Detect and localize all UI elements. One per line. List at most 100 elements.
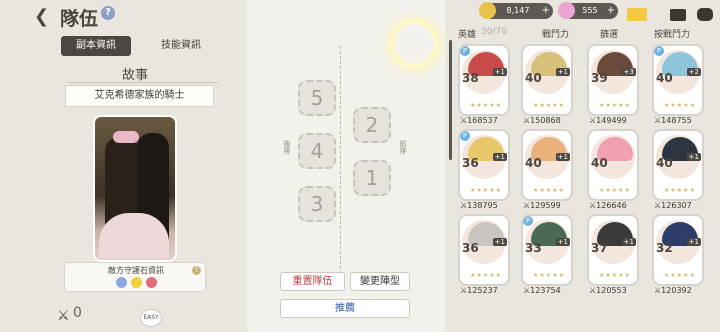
hero-level: 40 [525, 156, 542, 170]
hero-level: 37 [591, 241, 608, 255]
hero-stars: ★★★★★ [599, 272, 631, 279]
hero-level: 36 [462, 156, 479, 170]
hero-power: ⚔120392 [654, 286, 692, 295]
hero-stars: ★★★★★ [599, 187, 631, 194]
formation-slot-4[interactable]: 4 [298, 133, 336, 169]
hero-level: 40 [591, 156, 608, 170]
power-sort[interactable]: 戰鬥力 [542, 27, 569, 40]
divider [68, 82, 218, 83]
back-arrow-icon[interactable]: ❮ [34, 8, 52, 26]
kill-count: 0 [73, 305, 82, 321]
hero-level: 39 [591, 71, 608, 85]
hero-power: ⚔125237 [460, 286, 498, 295]
guardian-stone-info[interactable]: 敵方守護石資訊 ! [64, 262, 206, 292]
add-gold-icon[interactable]: + [542, 3, 550, 19]
hero-count: 30/70 [481, 27, 507, 37]
hero-upgrade-badge: +1 [555, 68, 570, 76]
hero-stars: ★★★★★ [664, 102, 696, 109]
page-title: 隊伍 [60, 8, 99, 30]
hero-power: ⚔138795 [460, 201, 498, 210]
hero-card[interactable]: 40 +2 P ★★★★★ [652, 44, 704, 116]
hero-card[interactable]: 36 +1 ★★★★★ [458, 214, 510, 286]
hero-card[interactable]: 32 +1 ★★★★★ [652, 214, 704, 286]
hero-level: 40 [525, 71, 542, 85]
hero-power: ⚔168537 [460, 116, 498, 125]
hero-card[interactable]: 40 +1 ★★★★★ [521, 129, 573, 201]
reset-team-button[interactable]: 重置隊伍 [280, 272, 345, 291]
difficulty-badge[interactable]: EASY [140, 309, 162, 327]
hero-stars: ★★★★★ [533, 102, 565, 109]
hero-card[interactable]: 40 +1 ★★★★★ [521, 44, 573, 116]
gold-resource: 8,147 + [479, 2, 553, 19]
hero-level: 33 [525, 241, 542, 255]
hero-p-icon: P [460, 46, 470, 56]
hero-upgrade-badge: +1 [492, 153, 507, 161]
formation-slot-2[interactable]: 2 [353, 107, 391, 143]
formation-slot-1[interactable]: 1 [353, 160, 391, 196]
hero-stars: ★★★★★ [470, 102, 502, 109]
hero-upgrade-badge: +1 [492, 238, 507, 246]
formation-slot-3[interactable]: 3 [298, 186, 336, 222]
tab-dungeon-info[interactable]: 副本資訊 [61, 36, 131, 56]
hero-power: ⚔149499 [589, 116, 627, 125]
hero-p-icon: P [654, 46, 664, 56]
hero-card[interactable]: 33 +1 P ★★★★★ [521, 214, 573, 286]
crown-icon[interactable] [627, 8, 647, 21]
hero-stars: ★★★★★ [533, 272, 565, 279]
hero-list-scrollbar[interactable] [449, 40, 452, 160]
hero-power: ⚔129599 [523, 201, 561, 210]
hero-power: ⚔120553 [589, 286, 627, 295]
hero-level: 40 [656, 156, 673, 170]
hero-stars: ★★★★★ [664, 187, 696, 194]
hero-level: 40 [656, 71, 673, 85]
hero-stars: ★★★★★ [664, 272, 696, 279]
hero-upgrade-badge: +1 [621, 238, 636, 246]
gem-resource: 555 + [558, 2, 618, 19]
hero-level: 38 [462, 71, 479, 85]
recommend-button[interactable]: 推薦 [280, 299, 410, 318]
hero-p-icon: P [460, 131, 470, 141]
crossed-swords-icon: ⚔ [57, 308, 70, 324]
hero-p-icon: P [523, 216, 533, 226]
change-formation-button[interactable]: 變更陣型 [350, 272, 410, 291]
hero-power: ⚔126646 [589, 201, 627, 210]
story-title: 艾克希德家族的騎士 [65, 85, 214, 107]
red-gem-icon [146, 277, 157, 288]
hero-filter-bar: 英雄 30/70 戰鬥力 篩選 按戰鬥力 [450, 27, 720, 43]
hero-upgrade-badge: +2 [686, 68, 701, 76]
help-icon[interactable]: ? [101, 6, 115, 20]
mail-icon[interactable] [670, 9, 686, 21]
add-gem-icon[interactable]: + [607, 3, 615, 19]
hero-upgrade-badge: +1 [686, 238, 701, 246]
hero-card[interactable]: 36 +1 P ★★★★★ [458, 129, 510, 201]
chat-icon[interactable] [697, 8, 713, 21]
hero-card[interactable]: 40 +1 ★★★★★ [652, 129, 704, 201]
hero-upgrade-badge: +1 [492, 68, 507, 76]
hero-power: ⚔150868 [523, 116, 561, 125]
front-row-label: 前排 [399, 140, 407, 154]
hero-upgrade-badge: +3 [621, 68, 636, 76]
guardian-label: 敵方守護石資訊 [108, 266, 164, 275]
hero-power: ⚔123754 [523, 286, 561, 295]
story-heading: 故事 [122, 68, 149, 83]
filter-button[interactable]: 篩選 [600, 27, 618, 40]
info-icon[interactable]: ! [192, 266, 201, 275]
hero-card[interactable]: 40 ★★★★★ [587, 129, 639, 201]
hero-card[interactable]: 38 +1 P ★★★★★ [458, 44, 510, 116]
yellow-gem-icon [131, 277, 142, 288]
sort-by-power[interactable]: 按戰鬥力 [654, 27, 690, 40]
hero-stars: ★★★★★ [533, 187, 565, 194]
hero-label: 英雄 [458, 30, 477, 40]
hero-power: ⚔148755 [654, 116, 692, 125]
hero-stars: ★★★★★ [599, 102, 631, 109]
hero-upgrade-badge: +1 [555, 153, 570, 161]
formation-slot-5[interactable]: 5 [298, 80, 336, 116]
hero-power: ⚔126307 [654, 201, 692, 210]
art-bow [113, 131, 139, 143]
tab-skill-info[interactable]: 技能資訊 [151, 36, 211, 56]
hero-card[interactable]: 39 +3 ★★★★★ [587, 44, 639, 116]
touch-ring [389, 19, 439, 69]
hero-card[interactable]: 37 +1 ★★★★★ [587, 214, 639, 286]
formation-divider [340, 46, 341, 274]
story-illustration [93, 115, 177, 262]
